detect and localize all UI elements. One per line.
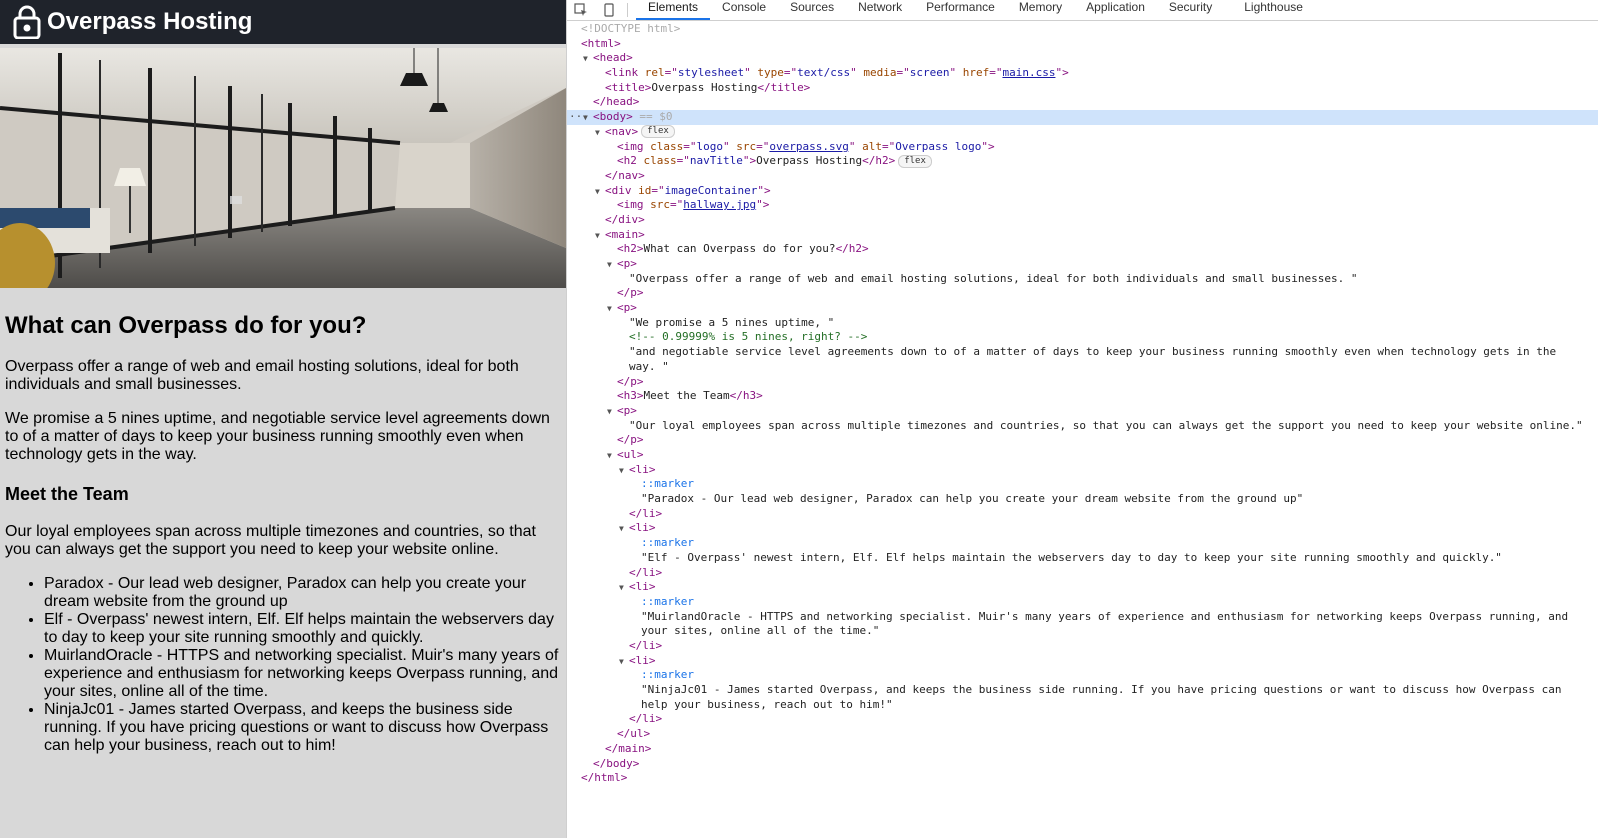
tree-li-close[interactable]: </li> xyxy=(567,566,1598,581)
tree-p3-text[interactable]: "Our loyal employees span across multipl… xyxy=(567,419,1598,434)
team-list: Paradox - Our lead web designer, Paradox… xyxy=(5,575,561,755)
tree-head[interactable]: ▼ <head> xyxy=(567,51,1598,66)
tree-p1[interactable]: ▼ <p> xyxy=(567,257,1598,272)
expand-triangle-icon[interactable]: ▼ xyxy=(595,185,605,200)
tree-ul-close[interactable]: </ul> xyxy=(567,727,1598,742)
padlock-logo-icon xyxy=(12,5,42,39)
team-member-elf: Elf - Overpass' newest intern, Elf. Elf … xyxy=(44,611,561,647)
inspect-element-icon[interactable] xyxy=(567,0,595,20)
tree-p1-close[interactable]: </p> xyxy=(567,286,1598,301)
tree-marker[interactable]: ::marker xyxy=(567,668,1598,683)
toolbar-divider xyxy=(627,3,628,17)
tree-li[interactable]: ▼ <li> xyxy=(567,654,1598,669)
tab-sources[interactable]: Sources xyxy=(778,0,846,20)
tree-p3-close[interactable]: </p> xyxy=(567,433,1598,448)
page-viewport: Overpass Hosting What can Overpass do fo… xyxy=(0,0,566,838)
devtools-tab-bar: Elements Console Sources Network Perform… xyxy=(567,0,1598,21)
expand-triangle-icon[interactable]: ▼ xyxy=(619,655,629,670)
tree-body-close[interactable]: </body> xyxy=(567,757,1598,772)
main-heading: What can Overpass do for you? xyxy=(5,312,367,339)
hallway-image xyxy=(0,48,566,288)
tree-li[interactable]: ▼ <li> xyxy=(567,521,1598,536)
tab-security[interactable]: Security xyxy=(1157,0,1224,20)
tree-h2[interactable]: <h2>What can Overpass do for you?</h2> xyxy=(567,242,1598,257)
tree-html[interactable]: <html> xyxy=(567,37,1598,52)
expand-triangle-icon[interactable]: ▼ xyxy=(607,449,617,464)
tree-h3[interactable]: <h3>Meet the Team</h3> xyxy=(567,389,1598,404)
tree-p2-close[interactable]: </p> xyxy=(567,375,1598,390)
tree-p2[interactable]: ▼ <p> xyxy=(567,301,1598,316)
expand-triangle-icon[interactable]: ▼ xyxy=(619,464,629,479)
tree-nav-close[interactable]: </nav> xyxy=(567,169,1598,184)
tree-p2-text-a[interactable]: "We promise a 5 nines uptime, " xyxy=(567,316,1598,331)
uptime-paragraph: We promise a 5 nines uptime, and negotia… xyxy=(5,410,550,463)
tab-elements[interactable]: Elements xyxy=(636,0,711,20)
tree-li-text[interactable]: "NinjaJc01 - James started Overpass, and… xyxy=(567,683,1598,712)
dom-tree: <!DOCTYPE html> <html> ▼ <head> <link rel… xyxy=(567,22,1598,838)
tree-li-close[interactable]: </li> xyxy=(567,507,1598,522)
tree-li-close[interactable]: </li> xyxy=(567,639,1598,654)
tree-ul[interactable]: ▼ <ul> xyxy=(567,448,1598,463)
expand-triangle-icon[interactable]: ▼ xyxy=(595,126,605,141)
tree-li-close[interactable]: </li> xyxy=(567,712,1598,727)
main-css-link[interactable]: main.css xyxy=(1002,66,1055,79)
tab-lighthouse[interactable]: Lighthouse xyxy=(1232,0,1315,20)
tree-li-text[interactable]: "Paradox - Our lead web designer, Parado… xyxy=(567,492,1598,507)
tree-p3[interactable]: ▼ <p> xyxy=(567,404,1598,419)
devtools-panel: Elements Console Sources Network Perform… xyxy=(566,0,1598,838)
tree-p2-comment[interactable]: <!-- 0.99999% is 5 nines, right? --> xyxy=(567,330,1598,345)
site-nav: Overpass Hosting xyxy=(0,0,566,44)
tree-marker[interactable]: ::marker xyxy=(567,477,1598,492)
tree-image-container[interactable]: ▼ <div id="imageContainer"> xyxy=(567,184,1598,199)
team-intro-paragraph: Our loyal employees span across multiple… xyxy=(5,523,536,558)
tree-main[interactable]: ▼ <main> xyxy=(567,228,1598,243)
tree-body-selected[interactable]: ··· ▼ <body> == $0 xyxy=(567,110,1598,125)
tree-html-close[interactable]: </html> xyxy=(567,771,1598,786)
tree-h2-navtitle[interactable]: <h2 class="navTitle">Overpass Hosting</h… xyxy=(567,154,1598,169)
tree-li-text[interactable]: "Elf - Overpass' newest intern, Elf. Elf… xyxy=(567,551,1598,566)
tab-performance[interactable]: Performance xyxy=(914,0,1007,20)
team-heading: Meet the Team xyxy=(5,484,129,504)
tab-application[interactable]: Application xyxy=(1074,0,1157,20)
expand-triangle-icon[interactable]: ▼ xyxy=(619,522,629,537)
tree-marker[interactable]: ::marker xyxy=(567,595,1598,610)
expand-triangle-icon[interactable]: ▼ xyxy=(619,581,629,596)
device-toolbar-icon[interactable] xyxy=(595,0,623,20)
expand-triangle-icon[interactable]: ▼ xyxy=(607,405,617,420)
team-member-paradox: Paradox - Our lead web designer, Paradox… xyxy=(44,575,561,611)
team-member-muirlandoracle: MuirlandOracle - HTTPS and networking sp… xyxy=(44,647,561,701)
tree-div-close[interactable]: </div> xyxy=(567,213,1598,228)
tab-network[interactable]: Network xyxy=(846,0,914,20)
tree-img-hallway[interactable]: <img src="hallway.jpg"> xyxy=(567,198,1598,213)
tree-title[interactable]: <title>Overpass Hosting</title> xyxy=(567,81,1598,96)
hallway-jpg-link[interactable]: hallway.jpg xyxy=(683,198,756,211)
tree-p1-text[interactable]: "Overpass offer a range of web and email… xyxy=(567,272,1598,287)
tree-li-text[interactable]: "MuirlandOracle - HTTPS and networking s… xyxy=(567,610,1598,639)
expand-triangle-icon[interactable]: ▼ xyxy=(607,258,617,273)
flex-badge[interactable]: flex xyxy=(898,154,932,168)
tree-nav[interactable]: ▼ <nav> flex xyxy=(567,125,1598,140)
tree-p2-text-b[interactable]: "and negotiable service level agreements… xyxy=(567,345,1598,374)
tree-marker[interactable]: ::marker xyxy=(567,536,1598,551)
tree-li[interactable]: ▼ <li> xyxy=(567,580,1598,595)
tab-console[interactable]: Console xyxy=(710,0,778,20)
expand-triangle-icon[interactable]: ▼ xyxy=(607,302,617,317)
more-options-icon[interactable]: ··· xyxy=(569,110,589,125)
tree-img-logo[interactable]: <img class="logo" src="overpass.svg" alt… xyxy=(567,140,1598,155)
tab-memory[interactable]: Memory xyxy=(1007,0,1074,20)
nav-title: Overpass Hosting xyxy=(47,8,253,35)
tree-head-close[interactable]: </head> xyxy=(567,95,1598,110)
overpass-svg-link[interactable]: overpass.svg xyxy=(769,140,848,153)
team-member-ninjajc01: NinjaJc01 - James started Overpass, and … xyxy=(44,701,561,755)
expand-triangle-icon[interactable]: ▼ xyxy=(595,229,605,244)
flex-badge[interactable]: flex xyxy=(641,125,675,139)
main-content: What can Overpass do for you? Overpass o… xyxy=(0,312,566,755)
tree-doctype[interactable]: <!DOCTYPE html> xyxy=(567,22,1598,37)
intro-paragraph: Overpass offer a range of web and email … xyxy=(5,358,519,393)
tree-li[interactable]: ▼ <li> xyxy=(567,463,1598,478)
tree-link[interactable]: <link rel="stylesheet" type="text/css" m… xyxy=(567,66,1598,81)
tree-main-close[interactable]: </main> xyxy=(567,742,1598,757)
expand-triangle-icon[interactable]: ▼ xyxy=(583,52,593,67)
